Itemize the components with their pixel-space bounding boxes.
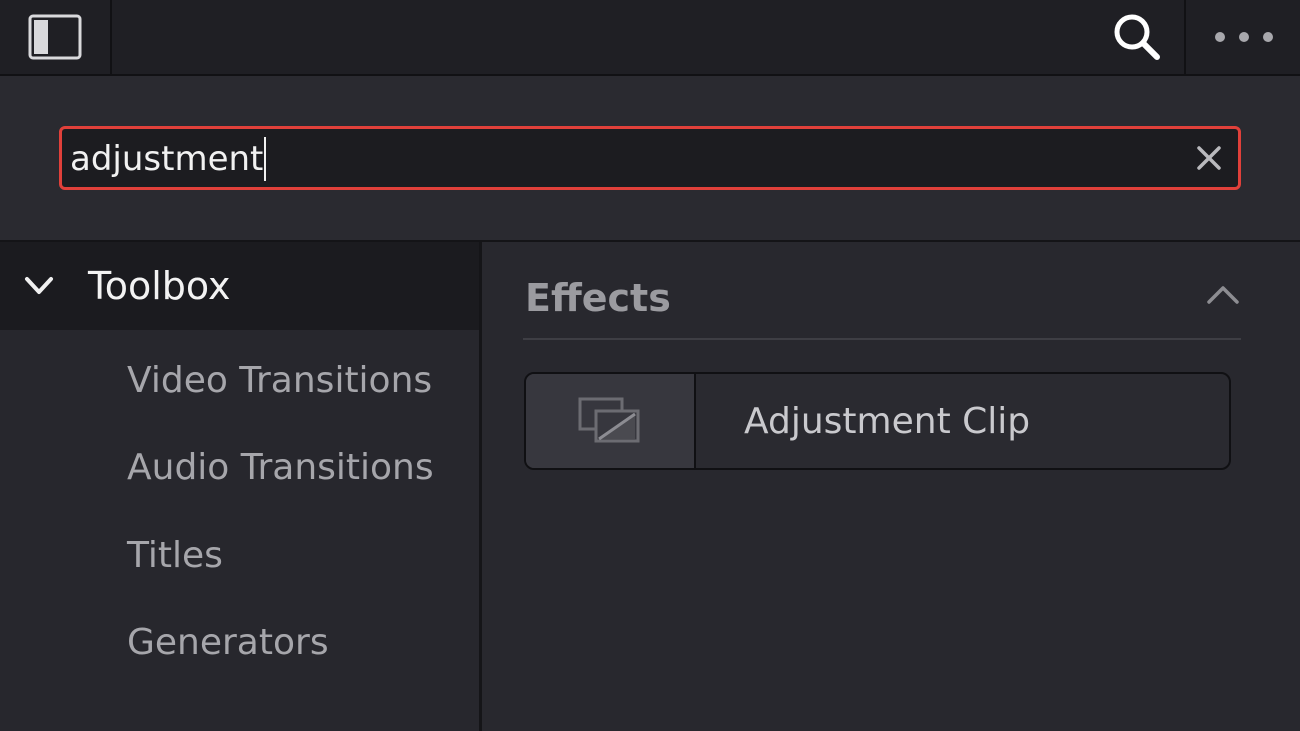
search-area: adjustment <box>0 76 1300 242</box>
close-icon <box>1197 146 1221 170</box>
adjustment-clip-icon <box>578 397 640 443</box>
sidebar-toggle-button[interactable] <box>0 0 112 74</box>
section-title-effects: Effects <box>525 276 671 320</box>
chevron-up-icon[interactable] <box>1205 282 1241 306</box>
search-input-value: adjustment <box>70 139 264 179</box>
sidebar-item-video-transitions[interactable]: Video Transitions <box>127 359 432 403</box>
sidebar-item-generators[interactable]: Generators <box>127 621 329 665</box>
more-horizontal-icon <box>1215 32 1273 42</box>
search-button[interactable] <box>1090 0 1186 74</box>
search-input[interactable]: adjustment <box>59 126 1241 190</box>
results-panel: Effects Adjustment Clip <box>485 242 1300 731</box>
text-caret <box>264 137 267 181</box>
section-divider <box>523 338 1241 340</box>
sidebar-item-audio-transitions[interactable]: Audio Transitions <box>127 446 434 490</box>
effect-thumbnail <box>526 374 696 468</box>
clear-search-button[interactable] <box>1192 141 1226 175</box>
toolbox-label: Toolbox <box>88 264 231 308</box>
sidebar-item-titles[interactable]: Titles <box>127 534 223 578</box>
search-input-value-wrap: adjustment <box>70 137 267 181</box>
effect-item-adjustment-clip[interactable]: Adjustment Clip <box>524 372 1231 470</box>
more-options-button[interactable] <box>1188 0 1300 74</box>
category-sidebar: Toolbox Video Transitions Audio Transiti… <box>0 242 482 731</box>
top-toolbar <box>0 0 1300 76</box>
toolbox-header[interactable]: Toolbox <box>0 242 479 330</box>
chevron-down-icon <box>25 277 53 294</box>
effect-item-label: Adjustment Clip <box>744 401 1031 442</box>
search-icon <box>1114 14 1160 60</box>
sidebar-toggle-icon <box>28 14 82 60</box>
